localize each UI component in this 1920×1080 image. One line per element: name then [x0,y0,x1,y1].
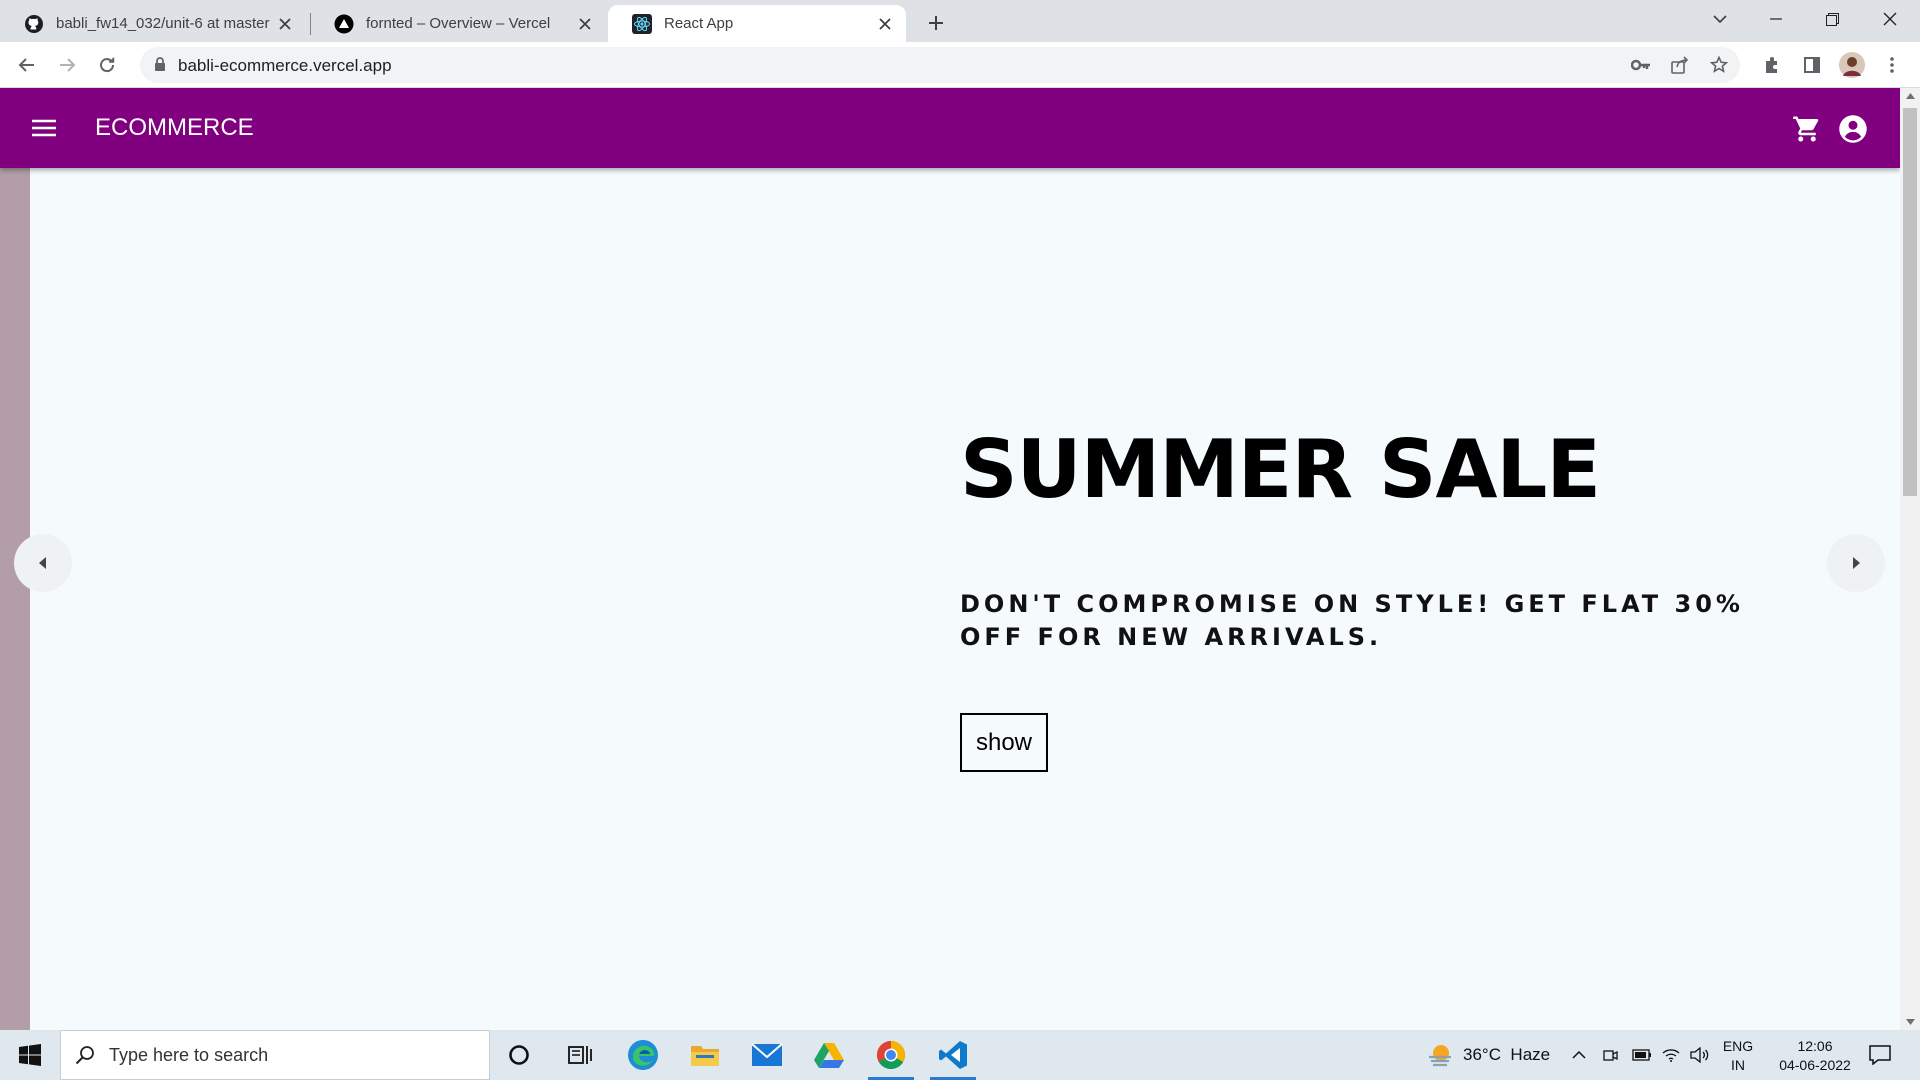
close-tab-icon[interactable] [874,13,896,35]
slider-left-arrow[interactable] [14,534,72,592]
scrollbar-thumb[interactable] [1903,108,1917,496]
weather-text: 36°C Haze [1463,1045,1551,1064]
tab-vercel[interactable]: fornted – Overview – Vercel [310,5,606,42]
task-view-icon[interactable] [555,1033,605,1077]
input-language[interactable]: ENG IN [1720,1037,1756,1075]
cortana-icon[interactable] [494,1033,544,1077]
extensions-icon[interactable] [1756,49,1788,81]
windows-start-icon[interactable] [8,1034,52,1076]
arrow-right-icon [1852,557,1860,569]
browser-toolbar: babli-ecommerce.vercel.app [0,42,1920,88]
hamburger-menu-icon[interactable] [28,112,60,144]
battery-icon[interactable] [1632,1030,1652,1080]
tab-react-app[interactable]: React App [608,5,906,42]
restore-button[interactable] [1804,0,1860,38]
new-tab-button[interactable] [922,9,950,37]
address-bar[interactable]: babli-ecommerce.vercel.app [140,47,1740,83]
arrow-left-icon [39,557,47,569]
show-button[interactable]: show [960,713,1048,772]
vertical-scrollbar[interactable] [1900,88,1920,1030]
tab-title: fornted – Overview – Vercel [366,15,551,32]
github-icon [24,14,44,34]
language-code: ENG [1722,1038,1754,1054]
volume-icon[interactable] [1690,1030,1710,1080]
scroll-down-arrow-icon[interactable] [1900,1014,1920,1030]
region-code: IN [1731,1057,1745,1073]
tab-github[interactable]: babli_fw14_032/unit-6 at master [0,5,306,42]
react-icon [632,13,652,34]
search-icon [75,1045,95,1065]
vercel-icon [334,14,354,34]
browser-tab-strip: babli_fw14_032/unit-6 at master fornted … [0,0,1920,42]
share-icon[interactable] [1670,55,1690,75]
account-circle-icon[interactable] [1838,114,1868,144]
close-tab-icon[interactable] [574,13,596,35]
side-panel-icon[interactable] [1796,49,1828,81]
tab-search-button[interactable] [1692,0,1748,38]
forward-button[interactable] [51,49,83,81]
weather-widget[interactable]: 36°C Haze [1427,1030,1550,1080]
tab-title: babli_fw14_032/unit-6 at master [56,15,270,32]
browser-menu-icon[interactable] [1876,49,1908,81]
weather-haze-icon [1427,1043,1453,1067]
bookmark-star-icon[interactable] [1709,55,1729,75]
file-explorer-icon[interactable] [680,1033,730,1077]
mail-icon[interactable] [742,1033,792,1077]
profile-avatar[interactable] [1836,49,1868,81]
notification-center-icon[interactable] [1862,1040,1898,1070]
app-bar: ECOMMERCE [0,88,1900,168]
google-drive-icon[interactable] [804,1033,854,1077]
tab-title: React App [664,15,734,32]
clock-date: 04-06-2022 [1779,1057,1851,1073]
close-window-button[interactable] [1862,0,1918,38]
previous-slide-edge [0,168,30,1030]
search-placeholder: Type here to search [109,1044,269,1065]
slider-right-arrow[interactable] [1827,534,1885,592]
edge-icon[interactable] [618,1033,668,1077]
chrome-icon[interactable] [866,1033,916,1080]
scroll-up-arrow-icon[interactable] [1900,88,1920,104]
close-tab-icon[interactable] [274,13,296,35]
slide-description: DON'T COMPROMISE ON STYLE! GET FLAT 30% … [960,590,1744,651]
minimize-button[interactable] [1748,0,1804,38]
brand-logo-text[interactable]: ECOMMERCE [95,114,254,142]
clock-time: 12:06 [1797,1038,1833,1054]
lock-icon[interactable] [154,56,166,72]
system-clock[interactable]: 12:06 04-06-2022 [1760,1037,1870,1075]
show-hidden-icons-icon[interactable] [1572,1030,1586,1080]
taskbar-search-box[interactable]: Type here to search [60,1030,490,1080]
shopping-cart-icon[interactable] [1792,114,1822,144]
back-button[interactable] [11,49,43,81]
vscode-icon[interactable] [928,1033,978,1080]
wifi-icon[interactable] [1662,1030,1680,1080]
key-icon[interactable] [1631,55,1651,75]
slide-headline: SUMMER SALE [960,423,1601,516]
page-viewport: ECOMMERCE SUMMER SALE DON'T COMPROMISE O… [0,88,1920,1030]
url-text[interactable]: babli-ecommerce.vercel.app [178,56,392,76]
meet-now-icon[interactable] [1602,1030,1618,1080]
windows-taskbar: Type here to search 36°C Haze ENG IN 12:… [0,1030,1920,1080]
reload-button[interactable] [91,49,123,81]
